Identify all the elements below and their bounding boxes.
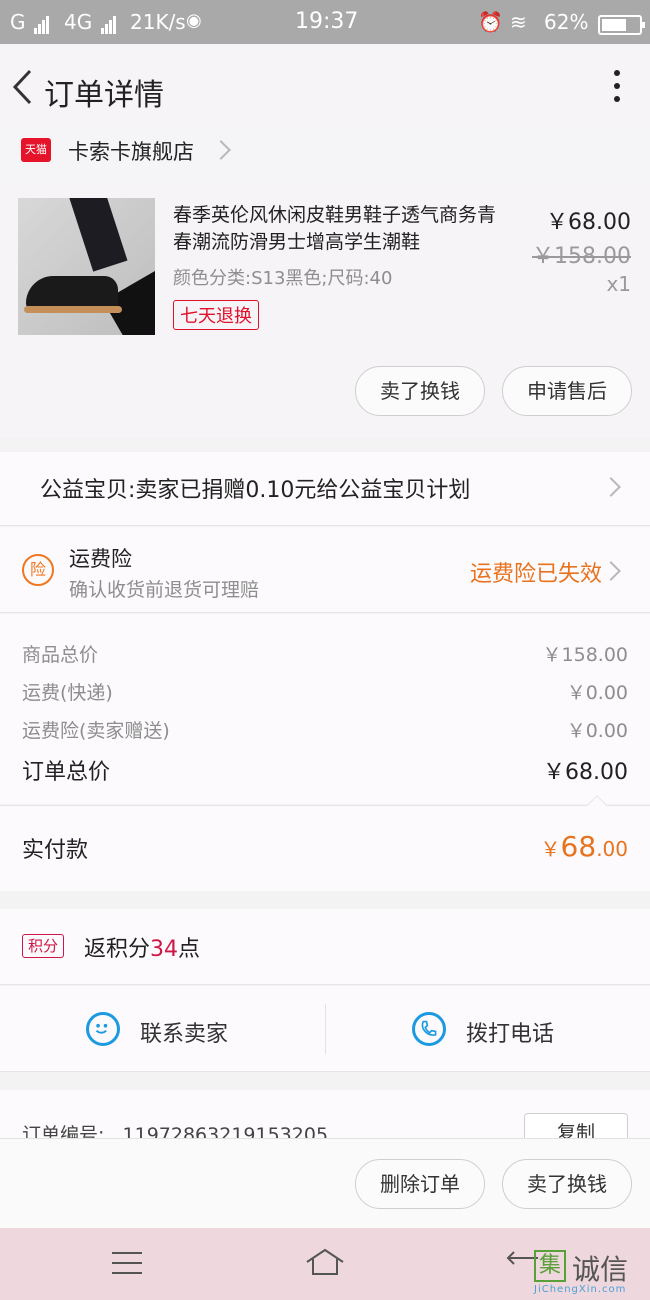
summary-row-insurance: 运费险(卖家赠送) ￥0.00 [22, 716, 628, 746]
chat-face-icon [86, 1012, 120, 1046]
sell-for-cash-button[interactable]: 卖了换钱 [502, 1159, 632, 1209]
order-number: 订单编号: 1197286321915320​5 [22, 1120, 328, 1138]
bottom-action-bar: 删除订单 卖了换钱 [0, 1138, 650, 1228]
call-phone-label: 拨打电话 [466, 1022, 555, 1047]
product-spec: 颜色分类:S13黑色;尺码:40 [173, 268, 393, 289]
menu-icon[interactable] [112, 1252, 142, 1276]
chevron-right-icon [601, 561, 621, 581]
insurance-status: 运费险已失效 [469, 562, 602, 587]
call-phone-button[interactable]: 拨打电话 [326, 986, 650, 1072]
summary-label: 运费险(卖家赠送) [22, 720, 170, 742]
paid-amount: ￥68.00 [541, 830, 628, 863]
order-number-label: 订单编号: [22, 1124, 105, 1138]
summary-row-shipping: 运费(快递) ￥0.00 [22, 678, 628, 708]
page-header: 订单详情 [0, 44, 650, 130]
points-row: 积分 返积分34点 [0, 909, 650, 985]
summary-row-total: 订单总价 ￥68.00 [22, 754, 628, 785]
paid-integer: 68 [560, 830, 597, 863]
shop-row[interactable]: 天猫 卡索卡旗舰店 [0, 130, 650, 188]
product-title[interactable]: 春季英伦风休闲皮鞋男鞋子透气商务青春潮流防滑男士增高学生潮鞋 [173, 202, 513, 256]
page-title: 订单详情 [44, 78, 164, 113]
product-thumbnail[interactable] [18, 198, 155, 335]
insurance-title: 运费险 [69, 547, 132, 571]
points-icon: 积分 [22, 934, 64, 958]
charity-row[interactable]: 公益宝贝:卖家已捐赠0.10元给公益宝贝计划 [0, 452, 650, 526]
signal-icon [33, 10, 50, 34]
order-total-label: 订单总价 [22, 760, 111, 785]
price-summary: 商品总价 ￥158.00 运费(快递) ￥0.00 运费险(卖家赠送) ￥0.0… [0, 614, 650, 804]
paid-decimal: .00 [596, 837, 628, 861]
watermark-logo: 集 诚信 JiChengXin.com [534, 1248, 650, 1296]
points-prefix: 返积分 [84, 937, 151, 962]
network-signal: 4G [64, 10, 117, 34]
after-sale-button[interactable]: 申请售后 [502, 366, 632, 416]
sync-icon: ◉ [186, 10, 202, 31]
watermark-url: JiChengXin.com [534, 1284, 627, 1295]
original-price: ￥158.00 [532, 244, 631, 269]
copy-button[interactable]: 复制 [524, 1113, 628, 1138]
shipping-insurance-row[interactable]: 险 运费险 确认收货前退货可理赔 运费险已失效 [0, 527, 650, 613]
back-chevron-icon[interactable] [10, 68, 34, 106]
summary-label: 商品总价 [22, 644, 99, 666]
contact-bar: 联系卖家 拨打电话 [0, 986, 650, 1072]
home-icon[interactable] [304, 1246, 346, 1278]
tmall-icon: 天猫 [21, 138, 51, 162]
sell-for-cash-button[interactable]: 卖了换钱 [355, 366, 485, 416]
product-price: ￥68.00 [546, 210, 631, 235]
contact-seller-button[interactable]: 联系卖家 [0, 986, 325, 1072]
summary-label: 运费(快递) [22, 682, 113, 704]
order-number-value: 1197286321915320​5 [122, 1124, 329, 1138]
clock: 19:37 [295, 9, 359, 34]
phone-icon [412, 1012, 446, 1046]
delete-order-button[interactable]: 删除订单 [355, 1159, 485, 1209]
summary-value: ￥158.00 [542, 644, 628, 666]
network-signal-icon [100, 10, 117, 34]
network-label: 4G [64, 10, 93, 34]
battery-percent: 62% [544, 10, 589, 34]
paid-label: 实付款 [22, 838, 89, 863]
shop-name: 卡索卡旗舰店 [68, 140, 194, 164]
status-bar: G 4G 21K/s ◉ 19:37 ⏰ ≋ 62% [0, 0, 650, 44]
battery-icon [594, 11, 645, 35]
summary-row-goods: 商品总价 ￥158.00 [22, 640, 628, 670]
chevron-right-icon [211, 140, 231, 160]
carrier-signal: G [10, 10, 50, 34]
alarm-icon: ⏰ [478, 10, 503, 34]
summary-value: ￥0.00 [566, 682, 628, 704]
product-card[interactable]: 春季英伦风休闲皮鞋男鞋子透气商务青春潮流防滑男士增高学生潮鞋 颜色分类:S13黑… [0, 188, 650, 438]
paid-currency: ￥ [540, 837, 561, 861]
chevron-right-icon [601, 477, 621, 497]
contact-seller-label: 联系卖家 [140, 1022, 229, 1047]
summary-value: ￥0.00 [566, 720, 628, 742]
insurance-icon: 险 [22, 554, 54, 586]
order-info: 订单编号: 1197286321915320​5 复制 [0, 1090, 650, 1138]
points-suffix: 点 [178, 937, 201, 962]
more-vertical-icon[interactable] [610, 70, 624, 106]
product-quantity: x1 [606, 272, 631, 296]
return-badge: 七天退换 [173, 300, 259, 330]
points-value: 34 [150, 937, 179, 962]
order-total-value: ￥68.00 [543, 760, 628, 785]
paid-amount-row: 实付款 ￥68.00 [0, 795, 650, 891]
network-speed: 21K/s [130, 10, 186, 34]
insurance-subtitle: 确认收货前退货可理赔 [69, 579, 260, 601]
wifi-icon: ≋ [510, 10, 527, 34]
charity-text: 公益宝贝:卖家已捐赠0.10元给公益宝贝计划 [40, 478, 471, 503]
points-text: 返积分34点 [84, 931, 200, 963]
watermark-name: 诚信 [572, 1253, 629, 1286]
watermark-box: 集 [534, 1250, 566, 1282]
carrier-label: G [10, 10, 26, 34]
